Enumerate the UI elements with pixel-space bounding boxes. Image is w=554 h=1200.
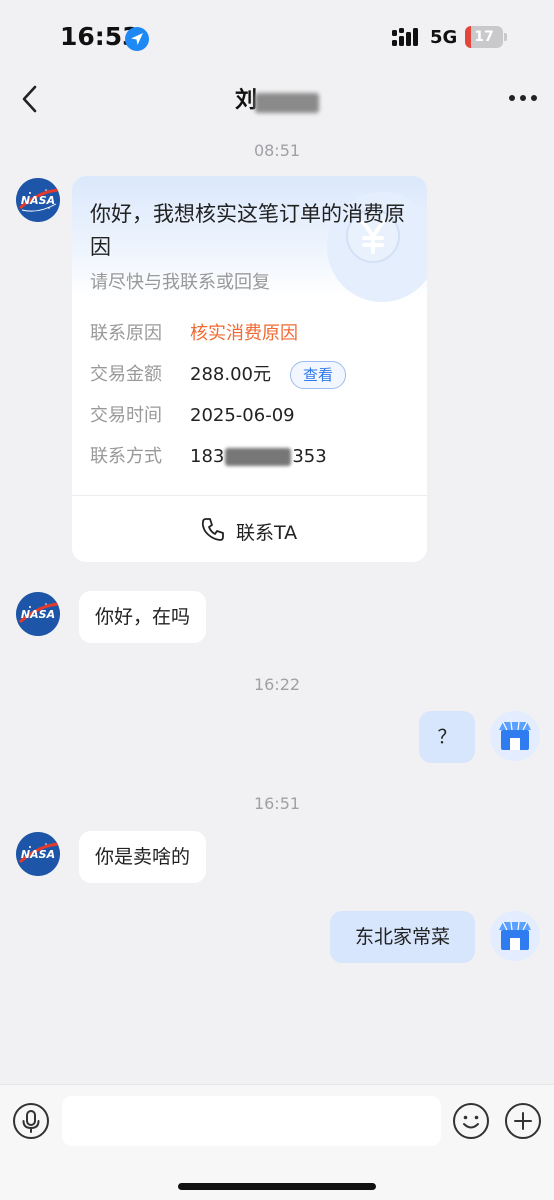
home-indicator — [178, 1183, 376, 1190]
timestamp: 16:22 — [253, 675, 301, 694]
nav-title-wrap: 刘 — [0, 82, 554, 114]
row-label: 交易时间 — [90, 405, 162, 426]
order-inquiry-card[interactable]: 你好，我想核实这笔订单的消费原因 请尽快与我联系或回复 联系原因 核实消费原因 … — [72, 176, 427, 562]
svg-text:NASA: NASA — [21, 194, 55, 207]
battery-icon: 17 — [465, 26, 507, 48]
card-title: 你好，我想核实这笔订单的消费原因 — [90, 202, 405, 259]
timestamp: 08:51 — [253, 141, 301, 160]
message-bubble-incoming[interactable]: 你好，在吗 — [79, 591, 207, 643]
more-dots-icon[interactable] — [506, 90, 540, 106]
chat-title: 刘 — [234, 88, 257, 113]
emoji-icon[interactable] — [452, 1102, 490, 1140]
title-redaction — [255, 92, 319, 113]
card-subtitle: 请尽快与我联系或回复 — [90, 272, 270, 293]
message-bubble-incoming[interactable]: 你是卖啥的 — [79, 831, 207, 883]
view-amount-button[interactable]: 查看 — [290, 361, 346, 389]
svg-text:NASA: NASA — [21, 848, 55, 861]
nasa-logo-avatar: NASA — [16, 178, 60, 222]
nav-bar: 刘 — [0, 72, 554, 126]
row-value: 2025-06-09 — [190, 405, 295, 426]
status-bar: 16:53 5G 17 — [0, 0, 554, 72]
nasa-logo-avatar: NASA — [16, 832, 60, 876]
row-label: 交易金额 — [90, 364, 162, 385]
phone-suffix: 353 — [292, 446, 327, 467]
phone-icon — [201, 518, 224, 541]
row-label: 联系方式 — [90, 446, 162, 467]
phone-redaction — [225, 448, 292, 466]
battery-level: 17 — [474, 29, 494, 45]
timestamp: 16:51 — [253, 794, 301, 813]
message-bubble-outgoing[interactable]: ？ — [419, 711, 475, 763]
contact-avatar[interactable]: NASA — [16, 592, 60, 636]
location-arrow-icon — [125, 27, 149, 51]
network-label: 5G — [430, 27, 458, 48]
message-input[interactable] — [62, 1096, 441, 1146]
message-bubble-outgoing[interactable]: 东北家常菜 — [330, 911, 475, 963]
row-value: 核实消费原因 — [190, 323, 298, 344]
contact-ta-button[interactable]: 联系TA — [72, 496, 427, 562]
self-avatar[interactable] — [490, 911, 540, 961]
row-value: 288.00元 — [190, 364, 271, 385]
plus-icon[interactable] — [504, 1102, 542, 1140]
contact-avatar[interactable]: NASA — [16, 178, 60, 222]
shop-storefront-avatar — [490, 911, 540, 961]
phone-prefix: 183 — [190, 446, 225, 467]
row-label: 联系原因 — [90, 323, 162, 344]
signal-icon — [392, 28, 418, 46]
self-avatar[interactable] — [490, 711, 540, 761]
svg-text:NASA: NASA — [21, 608, 55, 621]
contact-avatar[interactable]: NASA — [16, 832, 60, 876]
shop-storefront-avatar — [490, 711, 540, 761]
microphone-icon[interactable] — [12, 1102, 50, 1140]
row-value: 183 353 — [190, 444, 327, 470]
nasa-logo-avatar: NASA — [16, 592, 60, 636]
contact-label: 联系TA — [236, 522, 298, 544]
